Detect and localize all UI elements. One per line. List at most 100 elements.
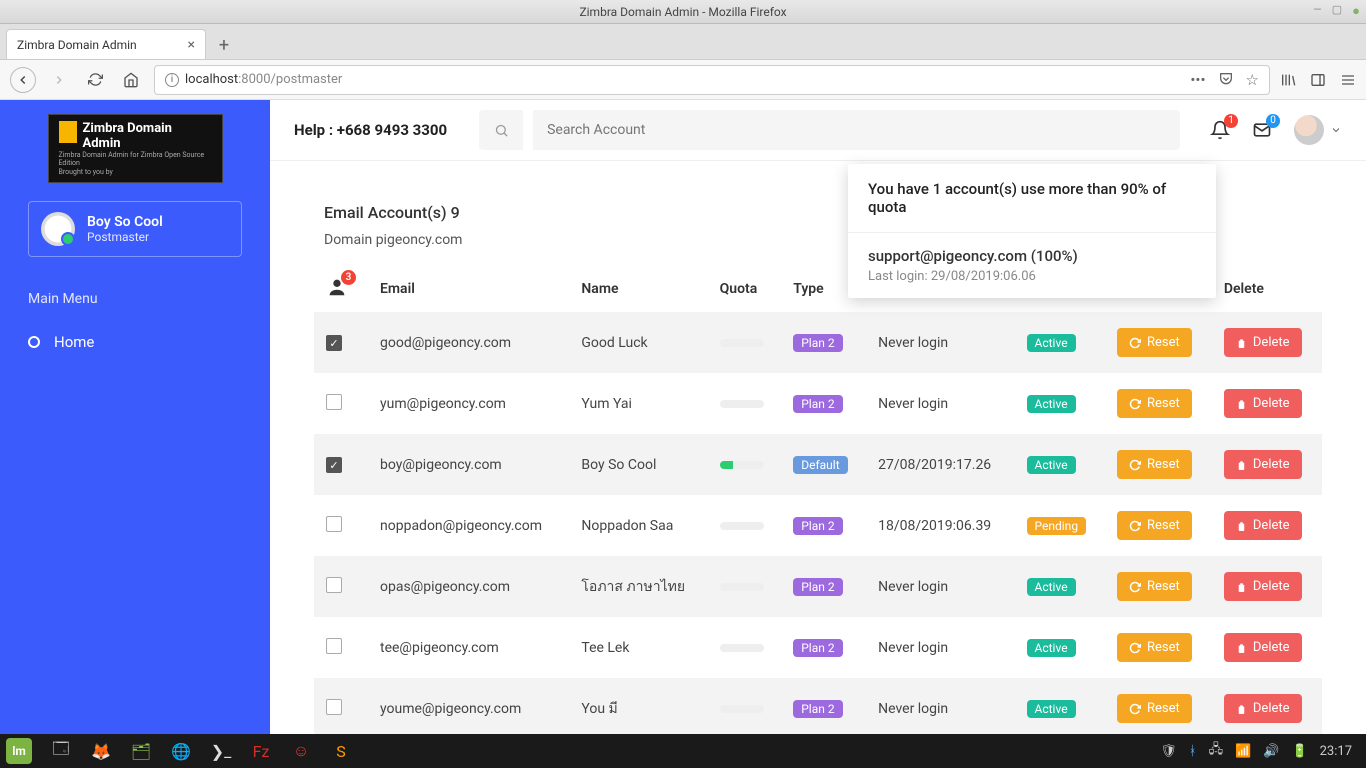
- firefox-icon[interactable]: 🦊: [82, 737, 120, 765]
- os-taskbar: lm 🗔 🦊 🗂 🌐 ❯_ Fz ☺ S 🛡 ᚼ 🖧 📶 🔊 🔋 23:17: [0, 734, 1366, 768]
- notification-item-sub: Last login: 29/08/2019:06.06: [868, 269, 1196, 284]
- delete-button[interactable]: Delete: [1224, 572, 1302, 601]
- brand-title: Zimbra Domain Admin: [59, 121, 212, 151]
- notification-item-title: support@pigeoncy.com (100%): [868, 247, 1196, 265]
- cell-status: Active: [1015, 678, 1105, 734]
- system-tray: 🛡 ᚼ 🖧 📶 🔊 🔋 23:17: [1160, 740, 1360, 762]
- cell-status: Active: [1015, 373, 1105, 434]
- window-controls: — ▢ ●: [1313, 3, 1360, 19]
- row-checkbox[interactable]: [326, 516, 342, 532]
- forward-button[interactable]: [46, 67, 72, 93]
- search-button[interactable]: [479, 110, 523, 150]
- cell-quota: [708, 434, 782, 495]
- help-text: Help : +668 9493 3300: [294, 121, 447, 139]
- clock[interactable]: 23:17: [1320, 744, 1352, 759]
- user-card[interactable]: Boy So Cool Postmaster: [28, 201, 242, 257]
- reset-button[interactable]: Reset: [1117, 694, 1192, 723]
- cell-email: good@pigeoncy.com: [368, 312, 569, 373]
- pocket-icon[interactable]: [1218, 71, 1234, 89]
- cell-lastlogin: 18/08/2019:06.39: [866, 495, 1014, 556]
- th-quota: Quota: [708, 266, 782, 312]
- row-checkbox[interactable]: ✓: [326, 457, 342, 473]
- notification-popup: You have 1 account(s) use more than 90% …: [848, 164, 1216, 298]
- reset-button[interactable]: Reset: [1117, 389, 1192, 418]
- avatar-icon: [41, 212, 75, 246]
- user-menu[interactable]: [1294, 115, 1342, 145]
- th-name: Name: [569, 266, 707, 312]
- url-input[interactable]: i localhost:8000/postmaster ••• ☆: [154, 65, 1270, 95]
- delete-button[interactable]: Delete: [1224, 450, 1302, 479]
- volume-icon[interactable]: 🔊: [1263, 744, 1279, 759]
- reset-button[interactable]: Reset: [1117, 511, 1192, 540]
- notifications-button[interactable]: 1: [1210, 120, 1230, 140]
- notification-item[interactable]: support@pigeoncy.com (100%) Last login: …: [848, 233, 1216, 298]
- delete-button[interactable]: Delete: [1224, 694, 1302, 723]
- delete-button[interactable]: Delete: [1224, 389, 1302, 418]
- wifi-icon[interactable]: 📶: [1235, 744, 1251, 759]
- brand-subtitle: Zimbra Domain Admin for Zimbra Open Sour…: [59, 151, 212, 168]
- cell-name: Tee Lek: [569, 617, 707, 678]
- search-input[interactable]: [533, 110, 1180, 150]
- cell-quota: [708, 678, 782, 734]
- cell-type: Default: [781, 434, 866, 495]
- reload-button[interactable]: [82, 67, 108, 93]
- cell-email: tee@pigeoncy.com: [368, 617, 569, 678]
- battery-icon[interactable]: 🔋: [1291, 744, 1307, 759]
- mint-menu-icon[interactable]: lm: [6, 738, 32, 764]
- notification-header: You have 1 account(s) use more than 90% …: [848, 164, 1216, 233]
- shield-icon[interactable]: 🛡: [1160, 744, 1177, 759]
- reset-button[interactable]: Reset: [1117, 633, 1192, 662]
- cell-name: Yum Yai: [569, 373, 707, 434]
- cell-lastlogin: 27/08/2019:17.26: [866, 434, 1014, 495]
- row-checkbox[interactable]: [326, 394, 342, 410]
- cell-status: Pending: [1015, 495, 1105, 556]
- bookmark-icon[interactable]: ☆: [1246, 71, 1259, 89]
- sublime-icon[interactable]: S: [322, 737, 360, 765]
- row-checkbox[interactable]: ✓: [326, 335, 342, 351]
- more-icon[interactable]: •••: [1190, 71, 1205, 89]
- menu-header: Main Menu: [0, 279, 270, 319]
- browser-tab[interactable]: Zimbra Domain Admin ×: [6, 29, 206, 59]
- cell-type: Plan 2: [781, 312, 866, 373]
- th-delete: Delete: [1212, 266, 1322, 312]
- desktop-icon[interactable]: 🗔: [42, 737, 80, 765]
- table-row: noppadon@pigeoncy.com Noppadon Saa Plan …: [314, 495, 1322, 556]
- filezilla-icon[interactable]: Fz: [242, 737, 280, 765]
- library-icon[interactable]: [1280, 72, 1296, 88]
- maximize-icon[interactable]: ▢: [1332, 3, 1342, 19]
- sidebar-item-home[interactable]: Home: [0, 319, 270, 365]
- chevron-down-icon: [1330, 124, 1342, 136]
- brand-logo: Zimbra Domain Admin Zimbra Domain Admin …: [48, 114, 223, 183]
- cell-status: Active: [1015, 556, 1105, 617]
- minimize-icon[interactable]: —: [1313, 3, 1322, 19]
- cell-email: noppadon@pigeoncy.com: [368, 495, 569, 556]
- delete-button[interactable]: Delete: [1224, 633, 1302, 662]
- reset-button[interactable]: Reset: [1117, 450, 1192, 479]
- tab-close-icon[interactable]: ×: [188, 37, 195, 53]
- network-icon[interactable]: 🖧: [1209, 740, 1224, 762]
- back-button[interactable]: [10, 67, 36, 93]
- mail-button[interactable]: 0: [1252, 120, 1272, 140]
- bluetooth-icon[interactable]: ᚼ: [1189, 744, 1197, 759]
- url-path: /postmaster: [271, 72, 343, 87]
- delete-button[interactable]: Delete: [1224, 511, 1302, 540]
- app-icon[interactable]: ☺: [282, 737, 320, 765]
- row-checkbox[interactable]: [326, 638, 342, 654]
- row-checkbox[interactable]: [326, 699, 342, 715]
- row-checkbox[interactable]: [326, 577, 342, 593]
- close-icon[interactable]: ●: [1352, 3, 1360, 19]
- chrome-icon[interactable]: 🌐: [162, 737, 200, 765]
- sidebar-icon[interactable]: [1310, 72, 1326, 88]
- menu-icon[interactable]: [1340, 72, 1356, 88]
- cell-quota: [708, 617, 782, 678]
- brand-byline: Brought to you by: [59, 168, 212, 176]
- home-button[interactable]: [118, 67, 144, 93]
- files-icon[interactable]: 🗂: [122, 737, 160, 765]
- reset-button[interactable]: Reset: [1117, 328, 1192, 357]
- cell-name: Good Luck: [569, 312, 707, 373]
- delete-button[interactable]: Delete: [1224, 328, 1302, 357]
- cell-lastlogin: Never login: [866, 312, 1014, 373]
- terminal-icon[interactable]: ❯_: [202, 737, 240, 765]
- reset-button[interactable]: Reset: [1117, 572, 1192, 601]
- new-tab-button[interactable]: +: [210, 31, 238, 59]
